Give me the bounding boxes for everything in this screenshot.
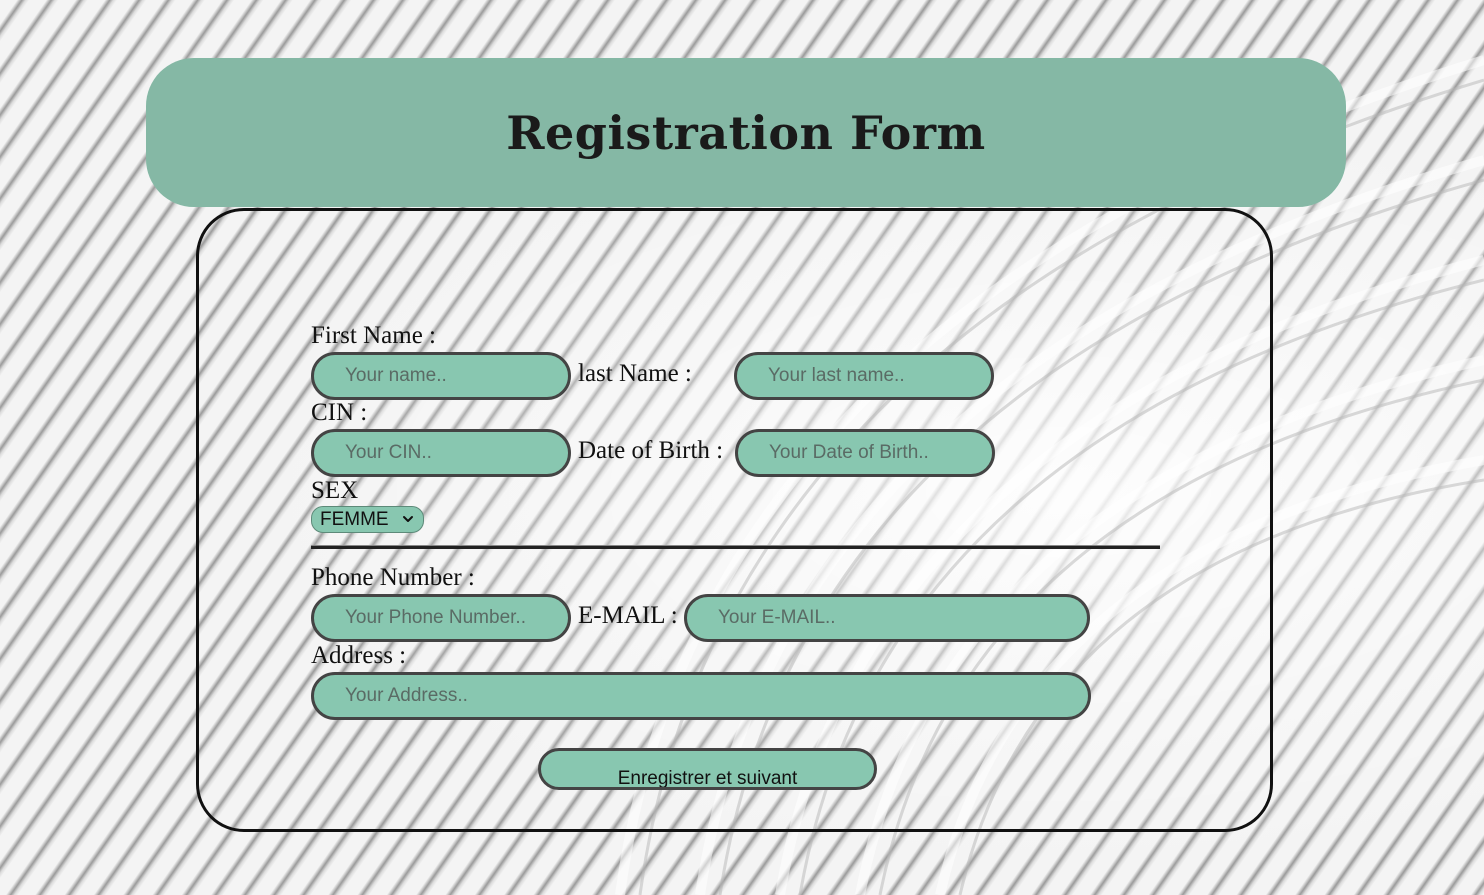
address-input[interactable] (311, 672, 1091, 720)
save-and-next-button[interactable]: Enregistrer et suivant (538, 748, 877, 790)
email-label: E-MAIL : (578, 602, 678, 629)
cin-input[interactable] (311, 429, 571, 477)
header-banner: Registration Form (146, 58, 1346, 207)
sex-select-value: FEMME (320, 508, 389, 530)
sex-select[interactable]: FEMME (311, 506, 424, 533)
sex-label: SEX (311, 477, 359, 504)
email-input[interactable] (684, 594, 1090, 642)
first-name-input[interactable] (311, 352, 571, 400)
date-of-birth-label: Date of Birth : (578, 437, 724, 464)
last-name-input[interactable] (734, 352, 994, 400)
date-of-birth-input[interactable] (735, 429, 995, 477)
phone-number-input[interactable] (311, 594, 571, 642)
page-title: Registration Form (506, 105, 986, 160)
first-name-label: First Name : (311, 322, 436, 349)
phone-number-label: Phone Number : (311, 564, 475, 591)
address-label: Address : (311, 642, 407, 669)
chevron-down-icon (403, 516, 413, 522)
last-name-label: last Name : (578, 360, 692, 387)
cin-label: CIN : (311, 399, 368, 426)
section-divider (311, 545, 1160, 549)
